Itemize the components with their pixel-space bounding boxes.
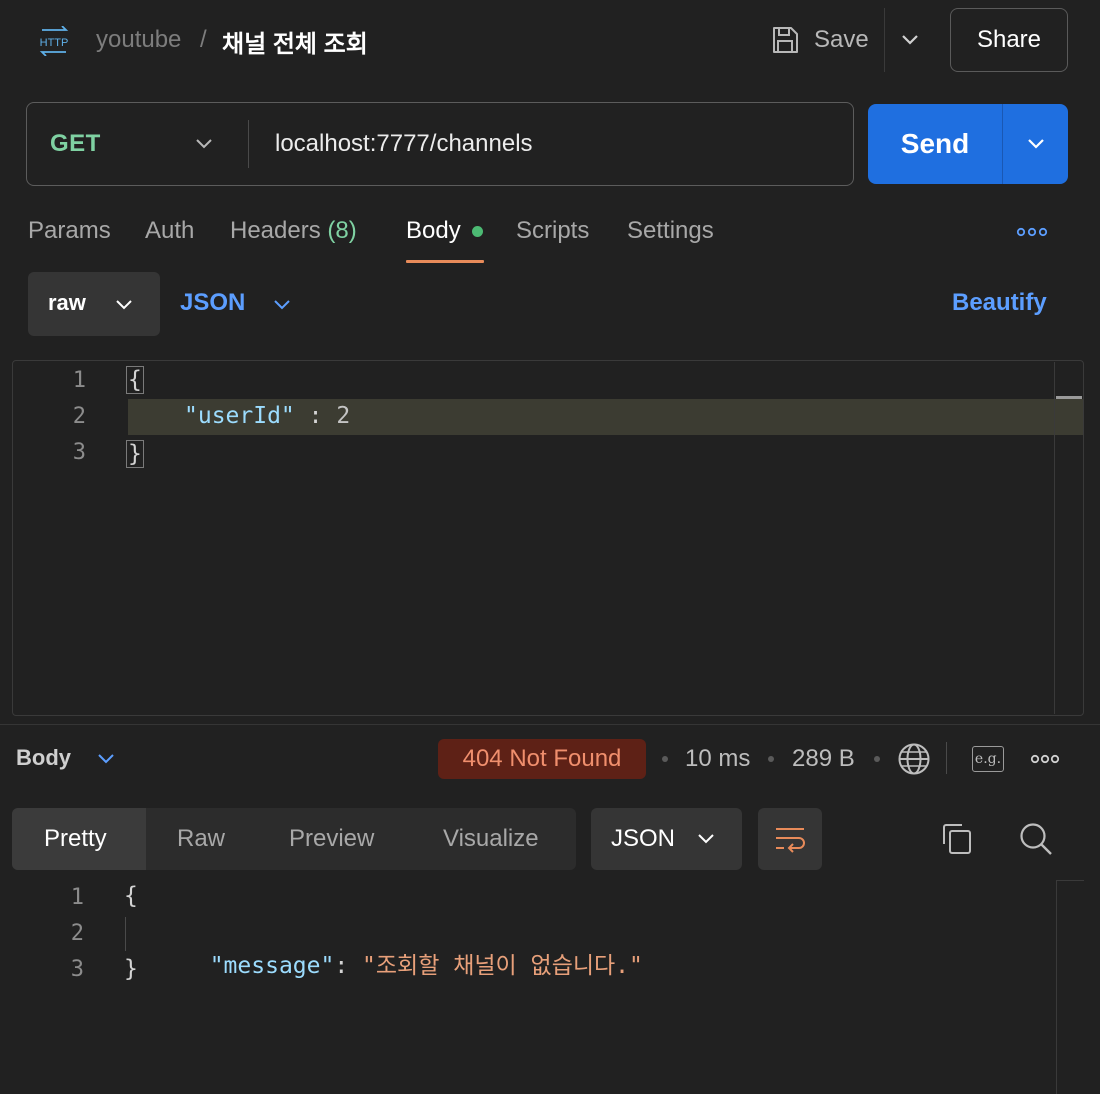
body-mode-label: raw (48, 290, 86, 315)
response-time[interactable]: 10 ms (685, 745, 750, 773)
meta-divider (946, 742, 947, 774)
chevron-down-icon[interactable] (96, 750, 116, 768)
tab-headers-label: Headers (230, 217, 321, 244)
tab-body[interactable]: Body (406, 217, 461, 245)
svg-text:HTTP: HTTP (40, 37, 69, 49)
floppy-disk-icon (773, 27, 798, 53)
json-key: "userId" (184, 403, 295, 429)
status-badge[interactable]: 404 Not Found (438, 739, 646, 779)
line-number: 1 (70, 885, 84, 910)
response-format-label: JSON (611, 825, 676, 852)
beautify-button[interactable]: Beautify (952, 289, 1047, 317)
code-open-brace: { (126, 366, 144, 394)
meta-separator-dot (874, 756, 880, 762)
text-wrap-icon (776, 828, 805, 853)
chevron-down-icon[interactable] (1024, 134, 1048, 154)
response-section-label[interactable]: Body (16, 745, 71, 771)
chevron-down-icon[interactable] (898, 30, 922, 50)
search-icon[interactable] (1018, 821, 1054, 857)
code-line: "message": "조회할 채널이 없습니다." (182, 920, 643, 980)
json-colon: : (334, 953, 363, 979)
view-tab-visualize[interactable]: Visualize (443, 825, 539, 853)
editor-scrollbar-thumb[interactable] (1056, 396, 1082, 399)
chevron-down-icon[interactable] (272, 296, 292, 314)
view-tab-preview[interactable]: Preview (289, 825, 374, 853)
url-input[interactable]: localhost:7777/channels (275, 130, 533, 158)
tab-params[interactable]: Params (28, 217, 111, 245)
request-title[interactable]: 채널 전체 조회 (222, 24, 368, 59)
chevron-down-icon[interactable] (192, 134, 216, 154)
code-close-brace: } (124, 956, 138, 982)
indent-guide (125, 917, 126, 951)
response-scrollbar-track[interactable] (1056, 880, 1057, 1094)
tab-settings[interactable]: Settings (627, 217, 714, 245)
globe-icon[interactable] (897, 742, 931, 776)
copy-icon[interactable] (940, 822, 974, 856)
view-tab-pretty[interactable]: Pretty (44, 825, 107, 853)
save-label: Save (814, 26, 869, 53)
share-button[interactable]: Share (950, 8, 1068, 72)
meta-separator-dot (768, 756, 774, 762)
save-button[interactable]: Save (770, 22, 869, 58)
headers-count: (8) (327, 217, 357, 244)
editor-minimap-divider (1054, 362, 1055, 714)
url-divider (248, 120, 249, 168)
chevron-down-icon[interactable] (696, 830, 716, 848)
send-button[interactable]: Send (868, 104, 1002, 184)
send-divider (1002, 104, 1003, 184)
breadcrumb-separator: / (200, 26, 207, 53)
pane-resize-divider[interactable] (0, 724, 1100, 725)
chevron-down-icon[interactable] (114, 296, 134, 314)
view-tab-raw[interactable]: Raw (177, 825, 225, 853)
save-example-icon[interactable]: e.g. (972, 746, 1004, 772)
response-size[interactable]: 289 B (792, 745, 855, 773)
save-divider (884, 8, 885, 72)
tab-headers[interactable]: Headers (8) (230, 217, 357, 245)
line-number: 2 (70, 921, 84, 946)
meta-separator-dot (662, 756, 668, 762)
more-horizontal-icon[interactable] (1016, 226, 1048, 238)
body-language-select[interactable]: JSON (180, 289, 245, 317)
line-number: 2 (72, 404, 86, 429)
line-number: 3 (72, 440, 86, 465)
code-close-brace: } (126, 440, 144, 468)
tab-scripts[interactable]: Scripts (516, 217, 589, 245)
breadcrumb-collection[interactable]: youtube (96, 26, 181, 54)
active-tab-underline (406, 260, 484, 263)
json-key: "message" (209, 953, 335, 979)
line-number: 3 (70, 957, 84, 982)
code-open-brace: { (124, 883, 138, 909)
response-scrollbar-cap (1056, 880, 1084, 881)
more-horizontal-icon[interactable] (1030, 753, 1060, 765)
line-number: 1 (72, 368, 86, 393)
tab-auth[interactable]: Auth (145, 217, 194, 245)
body-indicator-dot (472, 226, 483, 237)
http-icon: HTTP (40, 26, 69, 56)
method-select[interactable]: GET (50, 130, 101, 158)
json-colon: : (294, 403, 337, 429)
json-value: "조회할 채널이 없습니다." (362, 953, 643, 979)
json-value: 2 (336, 403, 351, 429)
code-line: "userId" : 2 (184, 403, 350, 429)
